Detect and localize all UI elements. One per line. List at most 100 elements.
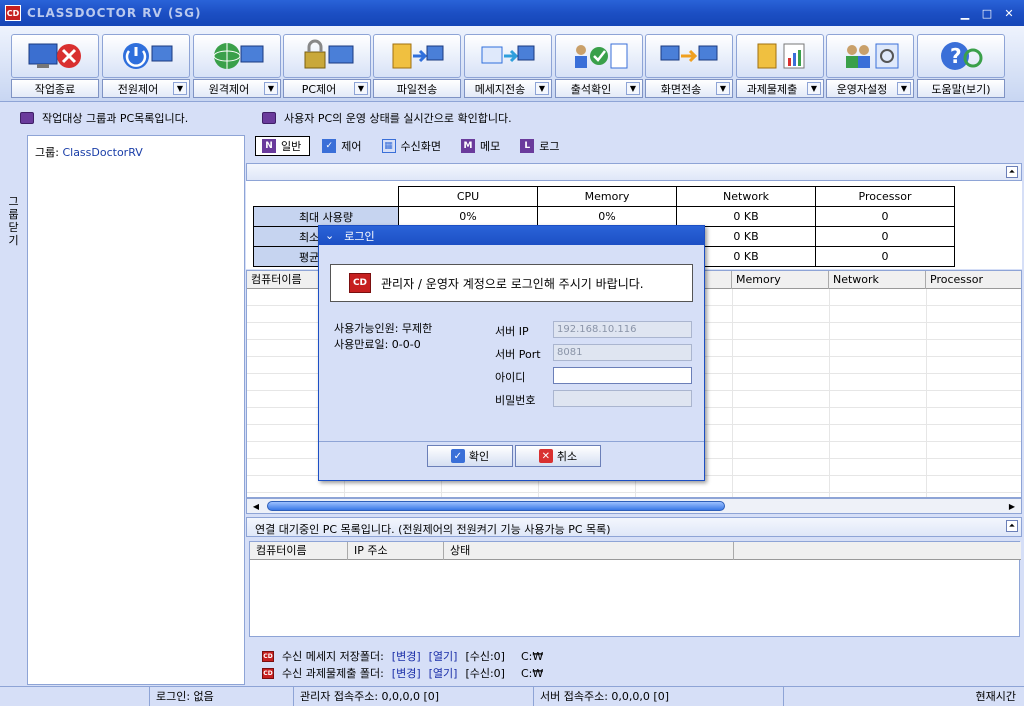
grid-icon: ▦ [381, 139, 396, 153]
tab-control[interactable]: ✓ 제어 [316, 137, 369, 155]
toolbar-help[interactable]: ? 도움말(보기) [917, 34, 1005, 100]
tab-received-screen[interactable]: ▦ 수신화면 [376, 137, 449, 155]
power-icon[interactable] [102, 34, 190, 78]
status-admin-address: 관리자 접속주소: 0,0,0,0 [0] [294, 687, 534, 706]
scroll-thumb[interactable] [267, 501, 725, 511]
change-folder-link[interactable]: [변경] [392, 648, 421, 664]
server-ip-field[interactable]: 192.168.10.116 [553, 321, 692, 338]
column-header[interactable]: Memory [732, 271, 829, 289]
minimize-button[interactable]: ▁ [956, 5, 974, 21]
tab-label: 로그 [539, 140, 560, 153]
tab-general[interactable]: N 일반 [255, 136, 311, 156]
toolbar-power[interactable]: 전원제어 ▼ [102, 34, 190, 100]
maximize-button[interactable]: □ [978, 5, 996, 21]
lock-pc-icon[interactable] [283, 34, 371, 78]
scroll-left-icon[interactable]: ◀ [249, 500, 263, 512]
sidebar-tab-char: 그 [8, 195, 19, 208]
chevron-down-icon[interactable]: ▼ [716, 82, 730, 95]
shutdown-icon[interactable] [11, 34, 99, 78]
column-header[interactable]: 상태 [444, 542, 734, 560]
attendance-icon[interactable] [555, 34, 643, 78]
stats-section-header: ⏶ [246, 163, 1022, 181]
chevron-down-icon[interactable]: ▼ [173, 82, 187, 95]
stats-col-header: CPU [398, 186, 538, 207]
group-name[interactable]: ClassDoctorRV [62, 146, 142, 159]
cd-logo-icon: CD [349, 273, 371, 293]
chevron-down-icon[interactable]: ▼ [535, 82, 549, 95]
id-input[interactable] [553, 367, 692, 384]
tab-label: 제어 [341, 140, 362, 153]
divider [926, 289, 927, 497]
license-info: 사용가능인원: 무제한 사용만료일: 0-0-0 [334, 321, 432, 353]
toolbar-pc-control[interactable]: PC제어 ▼ [283, 34, 371, 100]
column-header[interactable]: 컴퓨터이름 [250, 542, 348, 560]
column-header[interactable] [734, 542, 1021, 560]
info-left-text: 작업대상 그룹과 PC목록입니다. [42, 112, 189, 125]
divider [829, 289, 830, 497]
status-empty [0, 687, 150, 706]
dialog-body: CD 관리자 / 운영자 계정으로 로그인해 주시기 바랍니다. 사용가능인원:… [319, 245, 704, 442]
expire-date: 사용만료일: 0-0-0 [334, 338, 421, 351]
password-label: 비밀번호 [495, 394, 536, 407]
open-folder-link[interactable]: [열기] [429, 665, 458, 681]
password-input[interactable] [553, 390, 692, 407]
message-send-icon[interactable] [464, 34, 552, 78]
chevron-down-icon[interactable]: ▼ [264, 82, 278, 95]
toolbar-admin-settings[interactable]: 운영자설정 ▼ [826, 34, 914, 100]
tab-memo[interactable]: M 메모 [455, 137, 508, 155]
column-header[interactable]: IP 주소 [348, 542, 444, 560]
title-bar: CD CLASSDOCTOR RV (SG) ▁ □ ✕ [0, 0, 1024, 26]
chevron-down-icon[interactable]: ▼ [626, 82, 640, 95]
toolbar-label: 작업종료 [34, 82, 76, 96]
waiting-title: 연결 대기중인 PC 목록입니다. (전원제어의 전원켜기 기능 사용가능 PC… [255, 523, 611, 536]
collapse-icon[interactable]: ⏶ [1006, 520, 1018, 532]
toolbar-remote-control[interactable]: 원격제어 ▼ [193, 34, 281, 100]
waiting-section-header: 연결 대기중인 PC 목록입니다. (전원제어의 전원켜기 기능 사용가능 PC… [246, 517, 1022, 537]
dialog-title-bar[interactable]: ⌄ 로그인 [319, 226, 704, 245]
cancel-label: 취소 [556, 450, 578, 463]
server-port-field[interactable]: 8081 [553, 344, 692, 361]
stats-cell: 0 KB [676, 206, 816, 227]
waiting-pc-grid[interactable]: 컴퓨터이름 IP 주소 상태 [249, 541, 1021, 637]
group-label[interactable]: 그룹: ClassDoctorRV [35, 144, 143, 160]
column-header[interactable]: Processor [926, 271, 1021, 289]
tab-log[interactable]: L 로그 [514, 137, 567, 155]
chevron-down-icon[interactable]: ▼ [354, 82, 368, 95]
stats-col-header: Network [676, 186, 816, 207]
change-folder-link[interactable]: [변경] [392, 665, 421, 681]
group-close-tab[interactable]: 그 룹 닫 기 [0, 135, 28, 685]
collapse-icon[interactable]: ⏶ [1006, 166, 1018, 178]
login-ok-button[interactable]: ✓ 확인 [427, 445, 513, 467]
assignment-icon[interactable] [736, 34, 824, 78]
toolbar-label: 파일전송 [396, 82, 438, 96]
toolbar-label: 화면전송 [660, 82, 702, 96]
toolbar-label: 원격제어 [208, 82, 250, 96]
message-folder-row: CD 수신 메세지 저장폴더: [변경] [열기] [수신:0] C:₩ [262, 648, 543, 664]
column-header[interactable]: Network [829, 271, 926, 289]
file-transfer-icon[interactable] [373, 34, 461, 78]
toolbar-file-transfer[interactable]: 파일전송 [373, 34, 461, 100]
toolbar-assignment-submit[interactable]: 과제물제출 ▼ [736, 34, 824, 100]
toolbar-screen-transfer[interactable]: 화면전송 ▼ [645, 34, 733, 100]
open-folder-link[interactable]: [열기] [429, 648, 458, 664]
toolbar-attendance[interactable]: 출석확인 ▼ [555, 34, 643, 100]
toolbar-message-send[interactable]: 메세지전송 ▼ [464, 34, 552, 100]
globe-network-icon[interactable] [193, 34, 281, 78]
folder-path: C:₩ [520, 649, 544, 663]
admin-settings-icon[interactable] [826, 34, 914, 78]
close-button[interactable]: ✕ [1000, 5, 1018, 21]
available-users: 사용가능인원: 무제한 [334, 322, 433, 335]
chevron-down-icon[interactable]: ▼ [897, 82, 911, 95]
horizontal-scrollbar[interactable]: ◀ ▶ [246, 498, 1022, 514]
sidebar-tab-char: 닫 [8, 221, 19, 234]
login-cancel-button[interactable]: ✕ 취소 [515, 445, 601, 467]
memo-icon: M [460, 139, 475, 153]
folder-label: 수신 과제물제출 폴더: [282, 667, 384, 680]
screen-transfer-icon[interactable] [645, 34, 733, 78]
toolbar-label: 메세지전송 [474, 82, 526, 96]
help-icon[interactable]: ? [917, 34, 1005, 78]
scroll-right-icon[interactable]: ▶ [1005, 500, 1019, 512]
chevron-down-icon[interactable]: ▼ [807, 82, 821, 95]
dialog-collapse-icon: ⌄ [325, 229, 335, 242]
toolbar-shutdown[interactable]: 작업종료 [11, 34, 99, 100]
